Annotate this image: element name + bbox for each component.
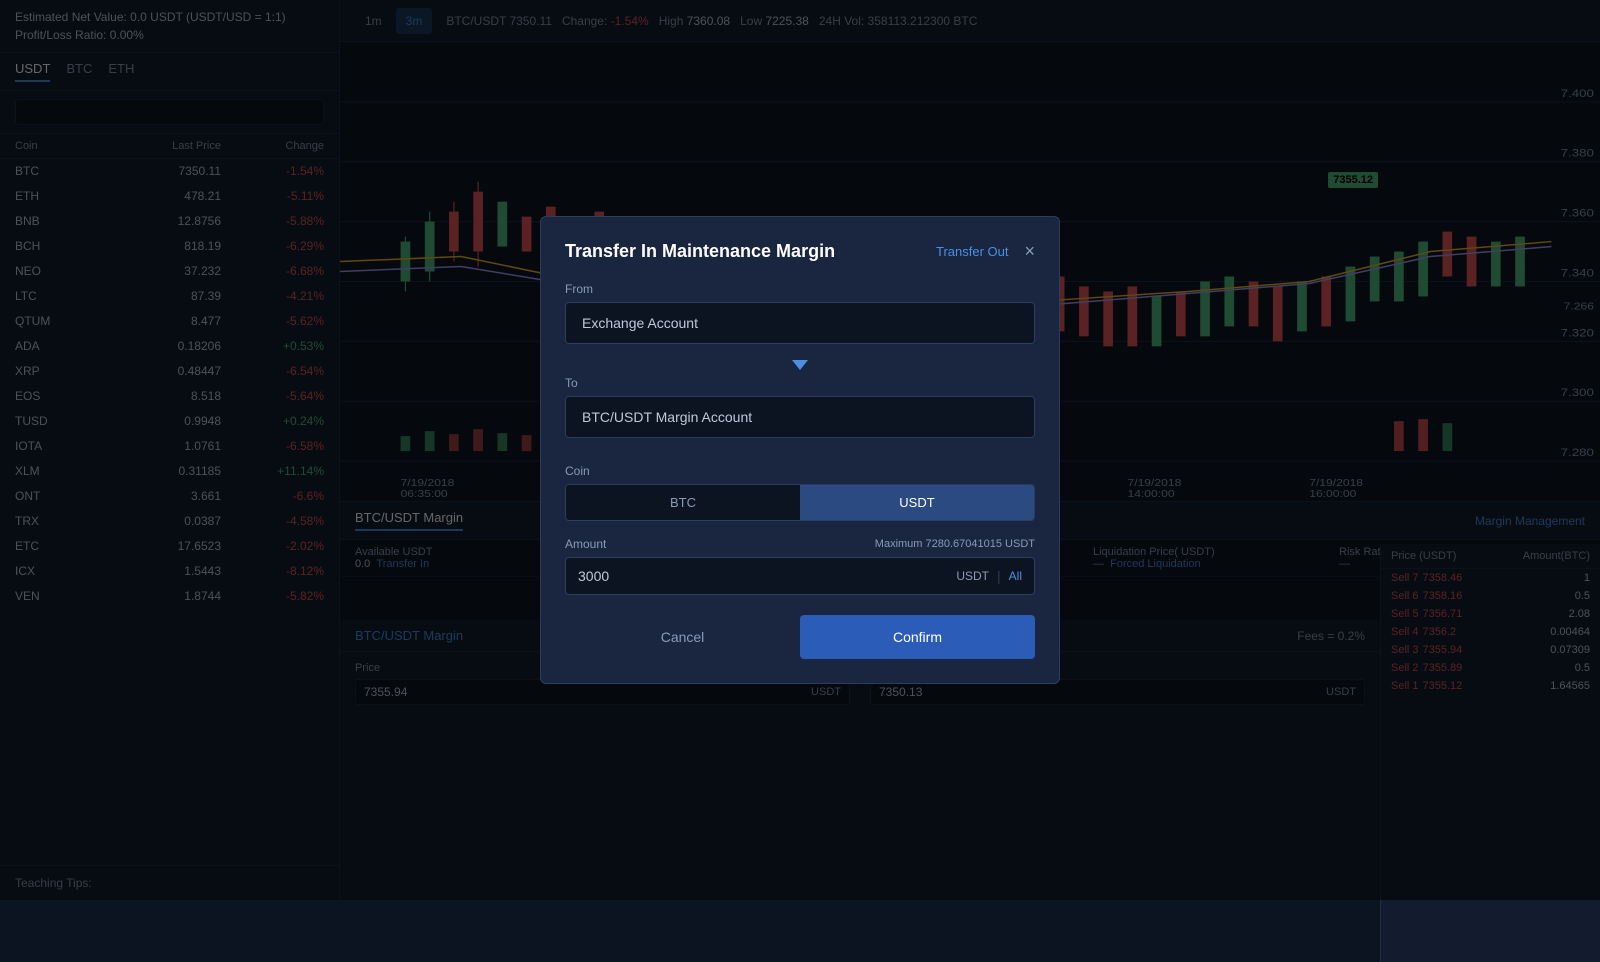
to-field: To BTC/USDT Margin Account	[565, 376, 1035, 438]
max-amount: Maximum 7280.67041015 USDT	[875, 538, 1035, 550]
to-value: BTC/USDT Margin Account	[565, 396, 1035, 438]
amount-label: Amount	[565, 537, 606, 551]
transfer-out-link[interactable]: Transfer Out	[936, 244, 1008, 259]
from-field: From Exchange Account	[565, 282, 1035, 344]
to-label: To	[565, 376, 1035, 390]
transfer-modal: Transfer In Maintenance Margin Transfer …	[540, 216, 1060, 684]
amount-divider: |	[997, 568, 1001, 584]
confirm-button[interactable]: Confirm	[800, 615, 1035, 659]
amount-section: Amount Maximum 7280.67041015 USDT USDT |…	[565, 537, 1035, 595]
direction-arrow-icon	[792, 360, 808, 370]
from-label: From	[565, 282, 1035, 296]
from-value: Exchange Account	[565, 302, 1035, 344]
amount-input-wrap: USDT | All	[565, 557, 1035, 595]
modal-close-button[interactable]: ×	[1024, 241, 1035, 262]
all-link[interactable]: All	[1009, 569, 1022, 583]
amount-input[interactable]	[578, 568, 956, 584]
coin-btc-button[interactable]: BTC	[566, 485, 800, 520]
modal-header: Transfer In Maintenance Margin Transfer …	[565, 241, 1035, 262]
amount-unit: USDT	[956, 569, 989, 583]
modal-title: Transfer In Maintenance Margin	[565, 241, 835, 262]
coin-label: Coin	[565, 464, 1035, 478]
arrow-down-wrap	[565, 354, 1035, 376]
modal-buttons: Cancel Confirm	[565, 615, 1035, 659]
modal-overlay: Transfer In Maintenance Margin Transfer …	[0, 0, 1600, 900]
coin-selector: BTC USDT	[565, 484, 1035, 521]
coin-usdt-button[interactable]: USDT	[800, 485, 1034, 520]
amount-label-row: Amount Maximum 7280.67041015 USDT	[565, 537, 1035, 551]
modal-header-right: Transfer Out ×	[936, 241, 1035, 262]
cancel-button[interactable]: Cancel	[565, 615, 800, 659]
